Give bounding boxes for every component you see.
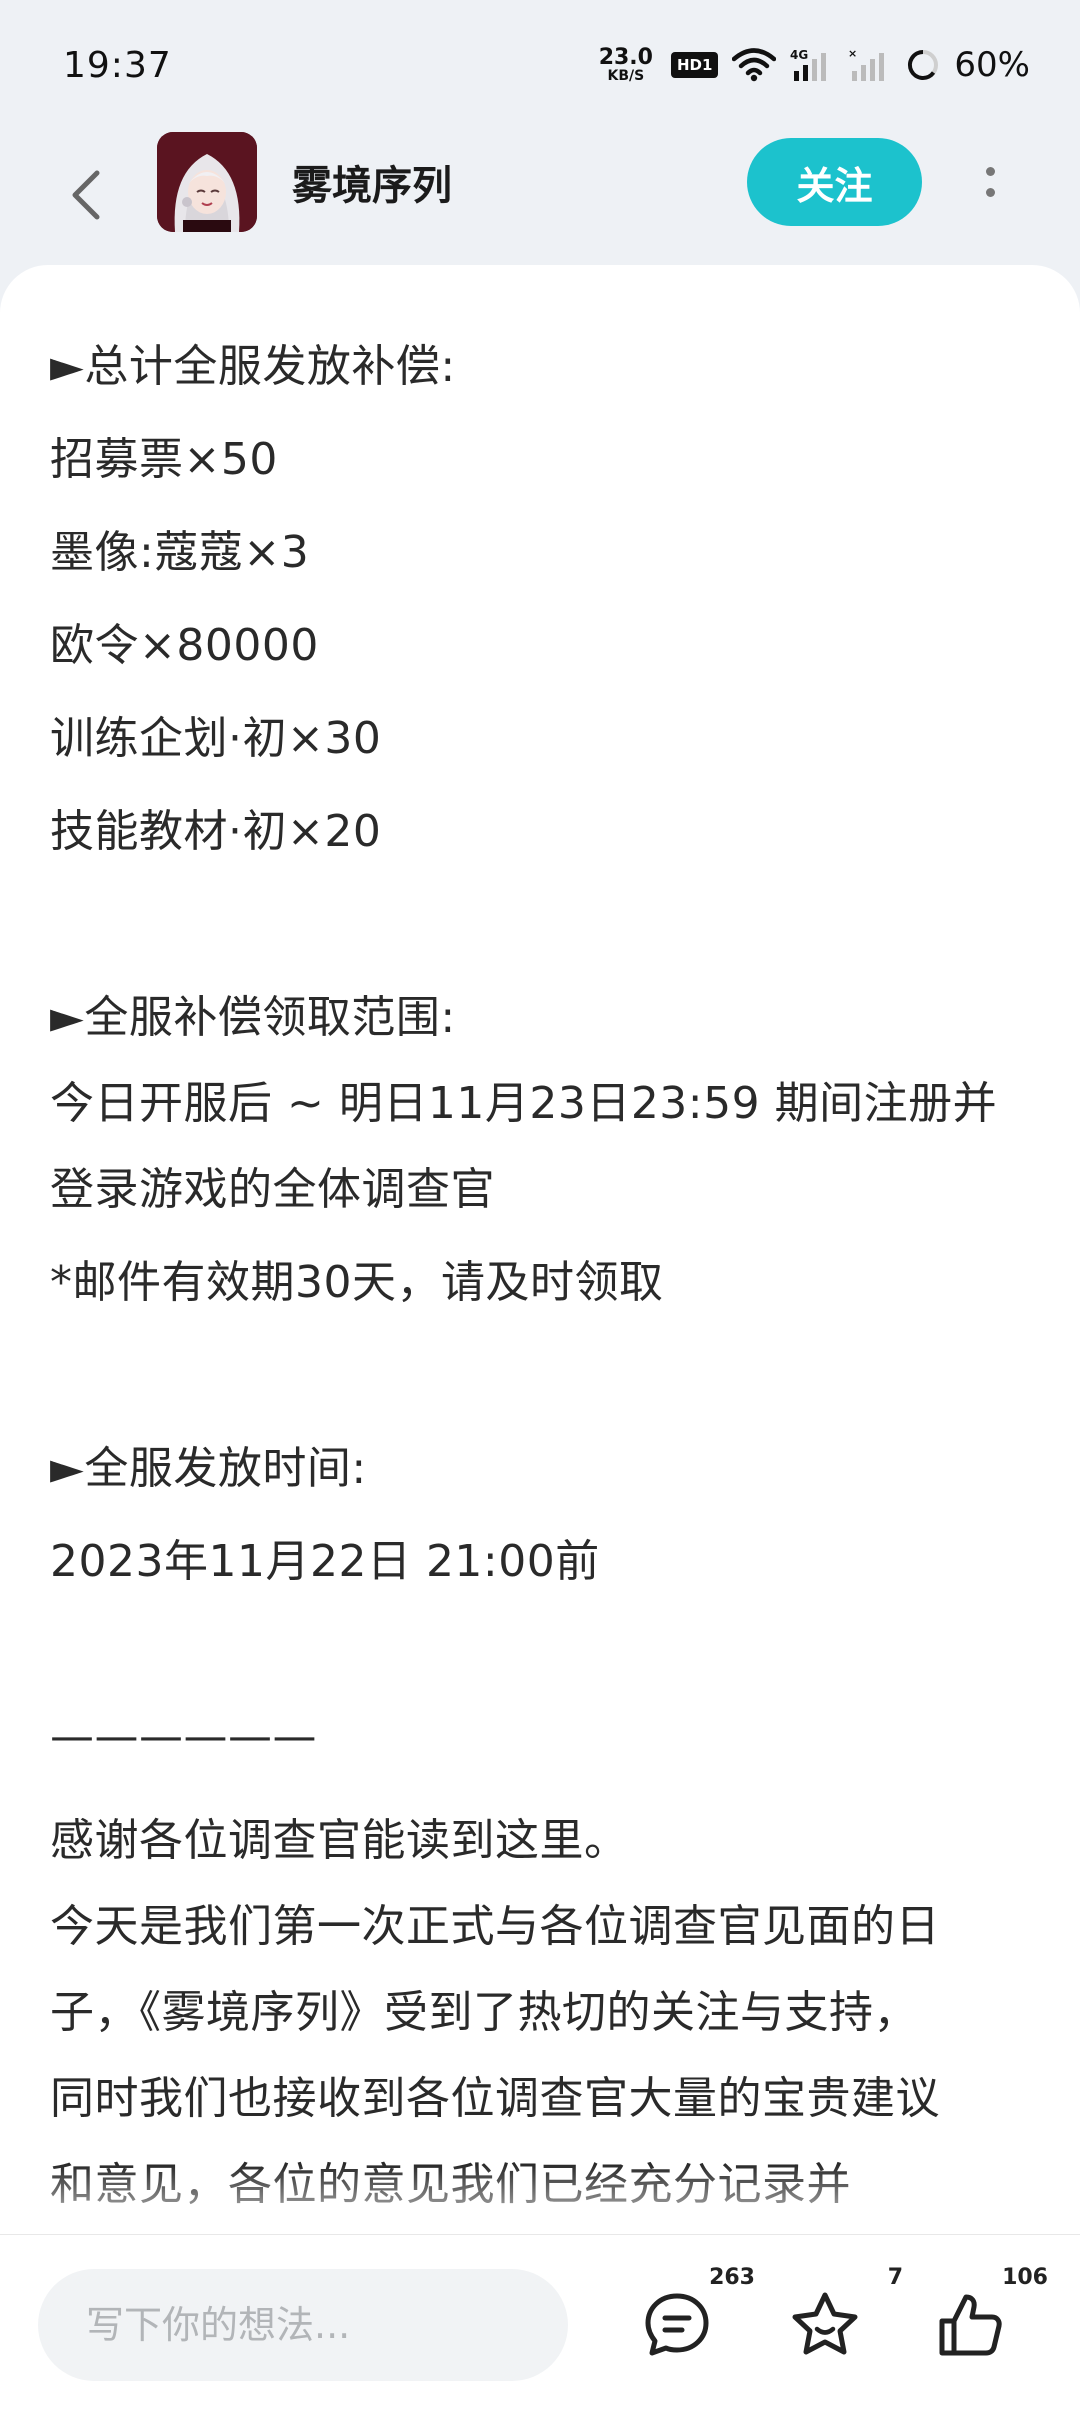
page-title: 雾境序列 <box>292 163 452 209</box>
favorite-button[interactable]: 7 <box>775 2265 903 2375</box>
like-button[interactable]: 106 <box>920 2265 1048 2375</box>
game-avatar[interactable] <box>157 132 257 232</box>
svg-text:4G: 4G <box>790 48 808 62</box>
article-line: ►全服补偿领取范围: <box>50 992 456 1043</box>
article-line: 招募票×50 <box>50 434 278 485</box>
star-icon <box>792 2292 858 2355</box>
article-line: 感谢各位调查官能读到这里。 <box>50 1815 629 1866</box>
back-arrow-icon <box>72 170 100 220</box>
article-line: ►全服发放时间: <box>50 1443 367 1494</box>
article-line: 训练企划·初×30 <box>50 713 382 764</box>
network-speed-unit: KB/S <box>607 68 645 84</box>
like-count: 106 <box>1002 2265 1048 2290</box>
article-line: 技能教材·初×20 <box>50 806 382 857</box>
article-line: 2023年11月22日 21:00前 <box>50 1536 600 1587</box>
article-line: —————— <box>50 1711 317 1762</box>
svg-text:×: × <box>848 47 857 60</box>
signal-empty-icon: × <box>848 47 885 81</box>
article-line: 同时我们也接收到各位调查官大量的宝贵建议 <box>50 2073 940 2124</box>
screen: 19:37 23.0 KB/S HD1 4G × 60% 雾境序列 关注 ►总计… <box>0 0 1080 2414</box>
comment-count: 263 <box>709 2265 755 2290</box>
network-speed-value: 23.0 <box>598 45 653 70</box>
content-fade <box>0 2165 1080 2235</box>
signal-4g-icon: 4G <box>790 48 827 81</box>
back-button[interactable] <box>50 160 120 230</box>
more-options-button[interactable] <box>965 152 1015 212</box>
article-line: *邮件有效期30天，请及时领取 <box>50 1257 664 1308</box>
network-speed: 23.0 KB/S <box>598 45 653 84</box>
character-portrait-icon <box>157 132 257 232</box>
status-icons: 23.0 KB/S HD1 4G × 60% <box>599 45 1030 85</box>
favorite-count: 7 <box>887 2265 903 2290</box>
status-time: 19:37 <box>63 44 172 86</box>
comment-bubble-icon <box>645 2293 709 2356</box>
article-line: 欧令×80000 <box>50 620 319 671</box>
status-bar: 19:37 23.0 KB/S HD1 4G × 60% <box>0 0 1080 130</box>
comment-button[interactable]: 263 <box>627 2265 755 2375</box>
wifi-icon <box>732 48 777 82</box>
article-line: 子，《雾境序列》受到了热切的关注与支持， <box>50 1987 918 2038</box>
hd-icon: HD1 <box>670 52 719 78</box>
more-vertical-icon <box>985 167 995 176</box>
thumbs-up-icon <box>939 2294 1002 2356</box>
article-line: 今日开服后 ~ 明日11月23日23:59 期间注册并 <box>50 1078 998 1129</box>
page-header: 雾境序列 关注 <box>0 130 1080 260</box>
article-content: ►总计全服发放补偿: 招募票×50 墨像:蔻蔻×3 欧令×80000 训练企划·初×30… <box>0 265 1080 2235</box>
comment-input[interactable] <box>38 2269 568 2381</box>
follow-button[interactable]: 关注 <box>747 138 922 226</box>
article-line: 今天是我们第一次正式与各位调查官见面的日 <box>50 1901 940 1952</box>
article-line: 墨像:蔻蔻×3 <box>50 527 310 578</box>
article-line: 登录游戏的全体调查官 <box>50 1164 495 1215</box>
article-line: ►总计全服发放补偿: <box>50 341 456 392</box>
battery-percent: 60% <box>954 45 1030 85</box>
bottom-action-bar: 263 7 106 <box>0 2234 1080 2414</box>
battery-ring-icon <box>908 49 939 80</box>
